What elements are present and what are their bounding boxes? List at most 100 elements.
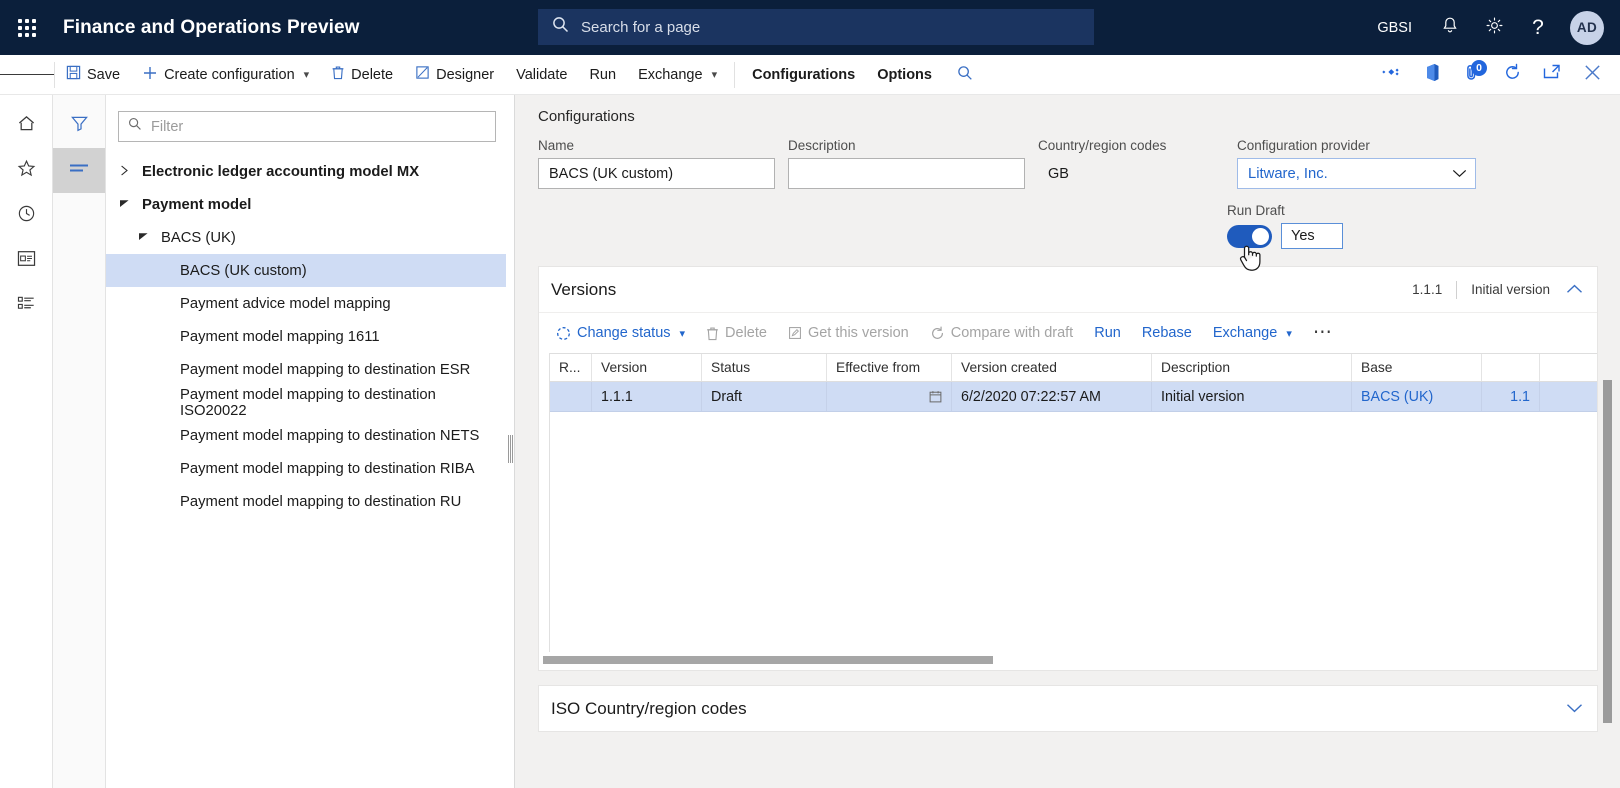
toolbar-item-label: Change status xyxy=(577,325,671,341)
column-header[interactable]: Version xyxy=(592,354,702,381)
column-header[interactable]: Version created xyxy=(952,354,1152,381)
command-bar: Save Create configuration ▾ Delete Desig… xyxy=(0,55,1620,95)
tree-node[interactable]: Payment model mapping 1611 xyxy=(106,320,508,353)
panel-splitter[interactable] xyxy=(506,95,515,788)
validate-label: Validate xyxy=(516,66,568,83)
recent-button[interactable] xyxy=(0,193,53,238)
tab-options[interactable]: Options xyxy=(866,55,943,94)
designer-button[interactable]: Designer xyxy=(404,55,505,94)
tree-node[interactable]: Payment advice model mapping xyxy=(106,287,508,320)
office-app-button[interactable] xyxy=(1412,55,1452,94)
page-search-button[interactable] xyxy=(943,55,987,94)
table-row[interactable]: 1.1.1 Draft 6/2/2020 07:22:57 AM Initial ve… xyxy=(550,382,1597,412)
cell-version: 1.1.1 xyxy=(592,382,702,411)
tree-lines-tab[interactable] xyxy=(53,148,105,193)
tree-node[interactable]: BACS (UK) xyxy=(106,221,508,254)
name-input[interactable]: BACS (UK custom) xyxy=(538,158,775,189)
column-header[interactable] xyxy=(1482,354,1540,381)
notifications-button[interactable] xyxy=(1428,0,1472,55)
refresh-button[interactable] xyxy=(1492,55,1532,94)
create-configuration-button[interactable]: Create configuration ▾ xyxy=(131,55,320,94)
run-draft-toggle[interactable] xyxy=(1227,224,1272,248)
tree-node[interactable]: Payment model mapping to destination ESR xyxy=(106,353,508,386)
filter-area: Filter xyxy=(106,95,508,142)
column-header[interactable]: Status xyxy=(702,354,827,381)
help-button[interactable]: ? xyxy=(1516,0,1560,55)
more-options-button[interactable]: ⋯ xyxy=(1304,318,1341,348)
tree-node[interactable]: Payment model xyxy=(106,188,508,221)
versions-summary-description: Initial version xyxy=(1471,282,1550,297)
save-button[interactable]: Save xyxy=(55,55,131,94)
exchange-label: Exchange xyxy=(638,66,703,83)
tree-body: Filter Electronic ledger accounting mode… xyxy=(106,95,508,788)
configuration-provider-select[interactable]: Litware, Inc. xyxy=(1237,158,1476,189)
app-launcher-button[interactable] xyxy=(0,0,54,55)
change-status-button[interactable]: Change status ▾ xyxy=(547,318,694,348)
run-button[interactable]: Run xyxy=(1085,318,1130,348)
nav-menu-toggle[interactable] xyxy=(0,55,54,94)
left-navigation-rail xyxy=(0,95,53,788)
modules-button[interactable] xyxy=(0,283,53,328)
cell-base[interactable]: BACS (UK) xyxy=(1352,382,1482,411)
tree-node[interactable]: Payment model mapping to destination NET… xyxy=(106,419,508,452)
divider xyxy=(734,61,736,88)
chevron-down-icon: ▾ xyxy=(711,69,718,81)
tab-options-label: Options xyxy=(877,66,932,83)
chevron-down-icon xyxy=(1452,166,1467,182)
triangle-down-icon xyxy=(133,232,153,243)
exchange-button[interactable]: Exchange ▾ xyxy=(627,55,728,94)
field-name: Name BACS (UK custom) xyxy=(538,138,775,189)
tree-node[interactable]: BACS (UK custom) xyxy=(106,254,508,287)
column-header[interactable]: R... xyxy=(550,354,592,381)
validate-button[interactable]: Validate xyxy=(505,55,578,94)
cell-base-version[interactable]: 1.1 xyxy=(1482,382,1540,411)
iso-country-region-title: ISO Country/region codes xyxy=(551,698,747,718)
share-diamond-icon xyxy=(1382,65,1402,84)
tree-node[interactable]: Payment model mapping to destination RU xyxy=(106,485,508,518)
settings-button[interactable] xyxy=(1472,0,1516,55)
workspaces-button[interactable] xyxy=(0,238,53,283)
share-button[interactable] xyxy=(1372,55,1412,94)
search-icon xyxy=(552,16,569,38)
rebase-button[interactable]: Rebase xyxy=(1133,318,1201,348)
favorites-button[interactable] xyxy=(0,148,53,193)
home-button[interactable] xyxy=(0,103,53,148)
global-search-box[interactable]: Search for a page xyxy=(538,9,1094,45)
tab-configurations[interactable]: Configurations xyxy=(741,55,866,94)
refresh-icon xyxy=(1503,63,1522,87)
versions-card-header[interactable]: Versions 1.1.1 Initial version xyxy=(539,267,1597,312)
column-header[interactable]: Description xyxy=(1152,354,1352,381)
bell-icon xyxy=(1441,16,1459,40)
tree-node-label: Payment advice model mapping xyxy=(180,295,391,312)
delete-button[interactable]: Delete xyxy=(320,55,404,94)
divider xyxy=(1456,280,1458,299)
popout-button[interactable] xyxy=(1532,55,1572,94)
iso-country-region-section[interactable]: ISO Country/region codes xyxy=(538,685,1598,732)
attachments-button[interactable]: 0 xyxy=(1452,55,1492,94)
tree-node[interactable]: Payment model mapping to destination RIB… xyxy=(106,452,508,485)
iso-expand-button[interactable] xyxy=(1566,700,1583,718)
versions-grid-hscrollbar[interactable] xyxy=(539,652,1597,670)
field-name-label: Name xyxy=(538,138,575,153)
filter-tab[interactable] xyxy=(53,103,105,148)
run-button[interactable]: Run xyxy=(578,55,627,94)
company-name[interactable]: GBSI xyxy=(1361,20,1428,36)
close-button[interactable] xyxy=(1572,55,1612,94)
tree-node[interactable]: Payment model mapping to destination ISO… xyxy=(106,386,508,419)
exchange-button[interactable]: Exchange ▾ xyxy=(1204,318,1301,348)
column-header[interactable]: Base xyxy=(1352,354,1482,381)
toggle-knob xyxy=(1252,227,1269,245)
filter-placeholder: Filter xyxy=(151,118,184,135)
versions-summary: 1.1.1 Initial version xyxy=(1412,280,1550,299)
main-vertical-scrollbar[interactable] xyxy=(1603,380,1612,723)
description-input[interactable] xyxy=(788,158,1025,189)
column-header[interactable]: Effective from xyxy=(827,354,952,381)
splitter-grip xyxy=(508,435,513,463)
versions-grid-hscroll-thumb[interactable] xyxy=(543,656,993,664)
filter-input[interactable]: Filter xyxy=(118,111,496,142)
tree-node[interactable]: Electronic ledger accounting model MX xyxy=(106,155,508,188)
avatar[interactable]: AD xyxy=(1570,10,1604,45)
tree-node-label: Payment model mapping 1611 xyxy=(180,328,380,345)
calendar-icon[interactable] xyxy=(929,390,942,403)
versions-collapse-button[interactable] xyxy=(1566,281,1583,299)
